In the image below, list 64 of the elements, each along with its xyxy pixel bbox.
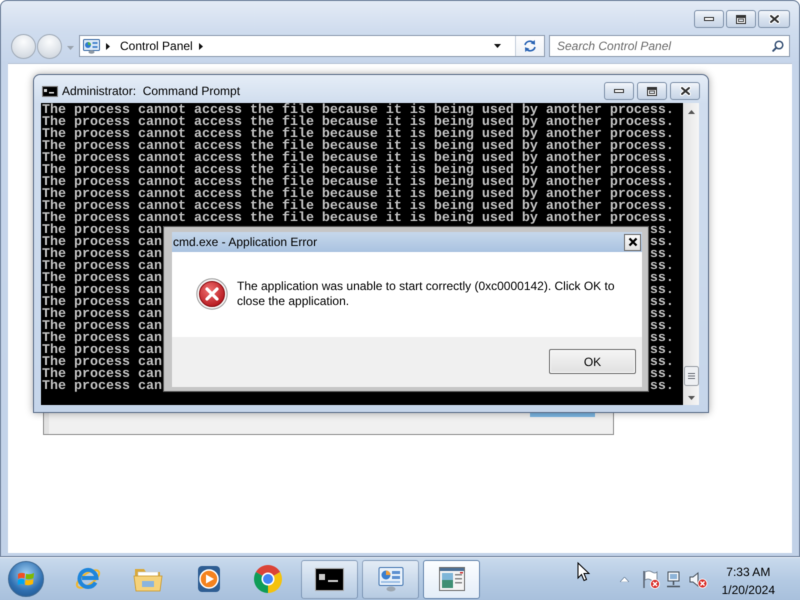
console-text: The process can (42, 381, 162, 393)
console-text: ss. (650, 357, 674, 369)
error-message: The application was unable to start correctly (0xc0000142). Click OK to close the application. (237, 279, 616, 309)
console-text: ss. (650, 381, 674, 393)
search-field[interactable]: Search Control Panel (549, 35, 790, 57)
flag-logo-icon (17, 571, 35, 587)
breadcrumb-arrow-icon[interactable] (198, 42, 203, 50)
console-text: ss. (650, 225, 674, 237)
console-text: ss. (650, 369, 674, 381)
console-text: ss. (650, 249, 674, 261)
close-icon (680, 86, 690, 96)
dropdown-caret-icon[interactable] (494, 44, 501, 48)
media-player-icon[interactable] (195, 565, 223, 593)
console-text: ss. (650, 321, 674, 333)
console-text: ss. (650, 309, 674, 321)
console-text: ss. (650, 297, 674, 309)
control-panel-icon (376, 566, 404, 592)
start-button[interactable] (8, 561, 44, 597)
search-icon[interactable] (772, 40, 784, 52)
breadcrumb-arrow-icon[interactable] (106, 42, 110, 50)
console-icon (42, 86, 58, 96)
control-panel-icon (83, 38, 100, 54)
breadcrumb-item[interactable]: Control Panel (120, 39, 193, 53)
minimize-button[interactable] (604, 82, 634, 100)
maximize-button[interactable] (726, 10, 756, 28)
close-icon (768, 14, 780, 24)
muted-speaker-icon[interactable] (688, 570, 708, 588)
clock-date[interactable]: 1/20/2024 (722, 581, 775, 599)
address-field[interactable]: Control Panel (79, 35, 545, 57)
arrow-up-icon[interactable] (620, 576, 629, 582)
window-title: Administrator: Command Prompt (62, 84, 240, 98)
close-icon (628, 237, 638, 247)
close-button[interactable] (624, 234, 641, 250)
button-edge (530, 413, 595, 417)
error-icon (196, 278, 228, 310)
close-button[interactable] (670, 82, 700, 100)
scrollbar[interactable] (683, 103, 699, 405)
minimize-icon (704, 17, 714, 21)
refresh-button[interactable] (515, 36, 544, 56)
refresh-icon (522, 39, 538, 53)
arrow-down-icon[interactable] (688, 396, 694, 400)
flag-icon[interactable] (640, 570, 660, 588)
window-icon (438, 567, 464, 591)
console-text: ss. (650, 285, 674, 297)
console-text: ss. (650, 345, 674, 357)
maximize-icon (647, 86, 657, 96)
minimize-icon (614, 89, 624, 93)
arrow-up-icon[interactable] (688, 110, 694, 114)
mouse-cursor-icon (577, 562, 590, 582)
console-text: ss. (650, 261, 674, 273)
close-button[interactable] (758, 10, 790, 28)
browser-icon[interactable] (253, 564, 283, 594)
dialog-title: cmd.exe - Application Error (173, 235, 318, 249)
console-icon (315, 568, 344, 590)
maximize-icon (736, 14, 746, 24)
maximize-button[interactable] (637, 82, 667, 100)
clock-time[interactable]: 7:33 AM (726, 563, 770, 581)
ok-button[interactable]: OK (549, 349, 636, 374)
console-text: ss. (650, 273, 674, 285)
scrollbar-thumb[interactable] (684, 366, 698, 386)
console-text: ss. (650, 237, 674, 249)
minimize-button[interactable] (694, 10, 724, 28)
console-text: ss. (650, 333, 674, 345)
taskbar-button[interactable] (301, 560, 358, 598)
